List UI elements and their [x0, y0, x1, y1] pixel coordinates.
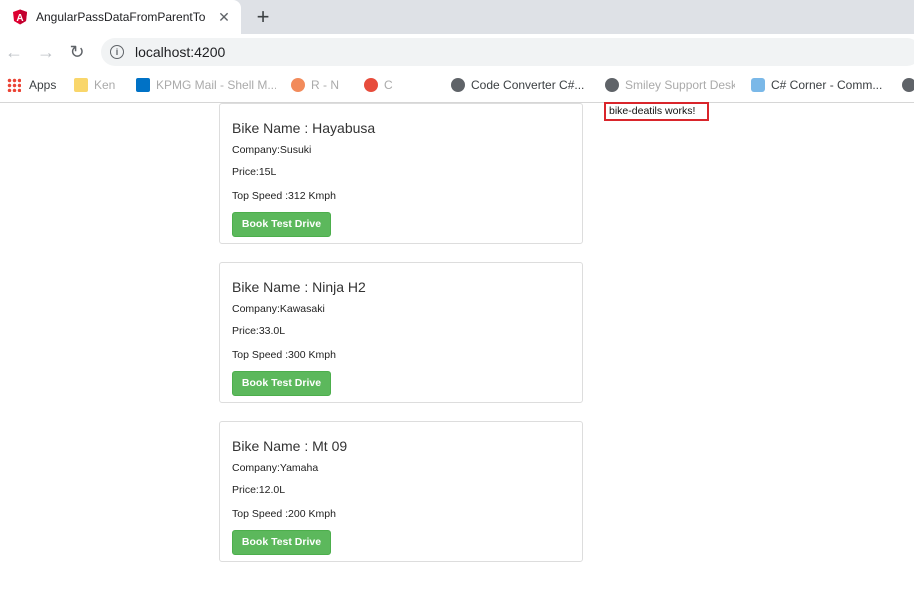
bike-details-output: bike-deatils works!	[604, 102, 709, 121]
folder-icon	[74, 77, 88, 92]
outlook-icon	[136, 77, 150, 92]
angular-icon: A	[13, 9, 27, 25]
bookmark-c[interactable]: C	[364, 77, 404, 95]
bookmark-code-converter[interactable]: Code Converter C#...	[451, 77, 591, 95]
bike-top-speed: Top Speed :300 Kmph	[232, 349, 336, 361]
apps-grid-icon	[7, 77, 21, 92]
svg-text:A: A	[16, 13, 23, 24]
r-site-icon	[291, 77, 305, 92]
bookmark-folder[interactable]: Ken	[74, 77, 124, 95]
book-test-drive-button[interactable]: Book Test Drive	[232, 212, 331, 237]
bike-card: Bike Name : Mt 09 Company:Yamaha Price:1…	[219, 421, 583, 562]
bike-price: Price:12.0L	[232, 484, 286, 496]
info-icon[interactable]: i	[110, 45, 124, 59]
browser-tab[interactable]: A AngularPassDataFromParentToCh ✕	[0, 0, 241, 34]
back-arrow-icon[interactable]: ←	[4, 42, 24, 62]
address-bar[interactable]: i localhost:4200	[101, 38, 914, 66]
bike-top-speed: Top Speed :200 Kmph	[232, 508, 336, 520]
url-text[interactable]: localhost:4200	[135, 44, 225, 60]
tab-title: AngularPassDataFromParentToCh	[36, 10, 206, 24]
forward-arrow-icon[interactable]: →	[36, 42, 56, 62]
c-site-icon	[364, 77, 378, 92]
bike-company: Company:Yamaha	[232, 462, 319, 474]
csharp-corner-icon	[751, 77, 765, 92]
globe-icon	[451, 77, 465, 92]
bike-name: Bike Name : Hayabusa	[232, 120, 376, 136]
bike-name: Bike Name : Ninja H2	[232, 279, 366, 295]
toolbar: ← → ↻ i localhost:4200	[0, 34, 914, 70]
new-tab-icon[interactable]: +	[252, 6, 274, 28]
bike-card: Bike Name : Hayabusa Company:Susuki Pric…	[219, 103, 583, 244]
bookmark-r[interactable]: R - N	[291, 77, 351, 95]
bike-card: Bike Name : Ninja H2 Company:Kawasaki Pr…	[219, 262, 583, 403]
tab-strip: A AngularPassDataFromParentToCh ✕ +	[0, 0, 914, 34]
bookmark-apps[interactable]: Apps	[7, 77, 56, 95]
globe-icon	[902, 77, 914, 92]
bookmark-overflow[interactable]	[902, 77, 914, 95]
bike-name: Bike Name : Mt 09	[232, 438, 348, 454]
bookmarks-bar: Apps Ken KPMG Mail - Shell M... R - N C …	[0, 70, 914, 103]
reload-icon[interactable]: ↻	[67, 42, 87, 62]
globe-icon	[605, 77, 619, 92]
bookmark-csharp-corner[interactable]: C# Corner - Comm...	[751, 77, 891, 95]
bookmark-support-desk[interactable]: Smiley Support Desk	[605, 77, 735, 95]
bookmark-outlook[interactable]: KPMG Mail - Shell M...	[136, 77, 276, 95]
bike-price: Price:33.0L	[232, 325, 286, 337]
bike-top-speed: Top Speed :312 Kmph	[232, 190, 336, 202]
close-icon[interactable]: ✕	[217, 10, 231, 24]
bike-company: Company:Susuki	[232, 144, 312, 156]
book-test-drive-button[interactable]: Book Test Drive	[232, 371, 331, 396]
bike-price: Price:15L	[232, 166, 277, 178]
bike-company: Company:Kawasaki	[232, 303, 325, 315]
book-test-drive-button[interactable]: Book Test Drive	[232, 530, 331, 555]
